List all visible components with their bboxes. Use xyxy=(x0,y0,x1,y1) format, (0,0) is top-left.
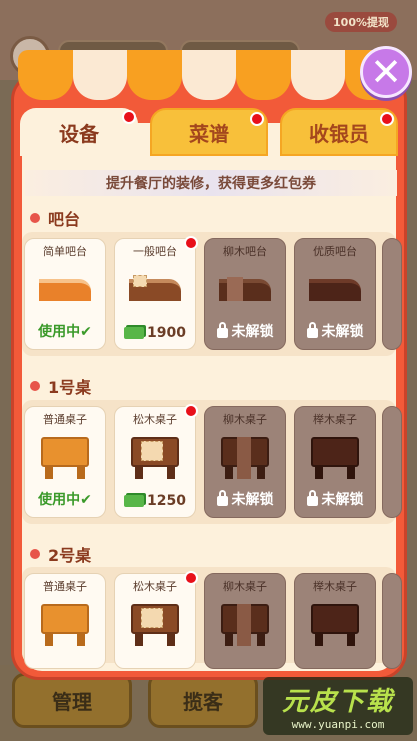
item-card-pine-table[interactable]: 松木桌子 1250 xyxy=(114,404,198,518)
table-image xyxy=(127,437,183,481)
table-image xyxy=(37,437,93,481)
lock-icon xyxy=(216,322,228,338)
item-card-partial[interactable] xyxy=(382,406,402,518)
cash-icon xyxy=(124,327,145,339)
tab-recipes[interactable]: 菜谱 xyxy=(150,108,268,156)
check-icon: ✔ xyxy=(80,492,92,508)
section-bullet xyxy=(30,549,40,559)
item-card-partial[interactable] xyxy=(382,238,402,350)
item-card-common-table[interactable]: 普通桌子 xyxy=(24,573,106,669)
notification-dot xyxy=(250,112,264,126)
bar-counter-image xyxy=(37,269,93,313)
table-image xyxy=(307,604,363,648)
notification-dot xyxy=(122,110,136,124)
lock-icon xyxy=(306,490,318,506)
item-card-pine-table[interactable]: 松木桌子 xyxy=(114,571,198,669)
withdraw-badge: 100%提现 xyxy=(325,12,397,32)
tab-label: 收银员 xyxy=(309,121,369,146)
lock-icon xyxy=(306,322,318,338)
notification-dot xyxy=(184,236,198,250)
table-image xyxy=(217,604,273,648)
item-row-table-1: 普通桌子 使用中✔ 松木桌子 1250 柳木桌子 未解锁 榉木桌子 未解锁 xyxy=(22,400,402,524)
table-image xyxy=(127,604,183,648)
table-image xyxy=(37,604,93,648)
section-bullet xyxy=(30,213,40,223)
promo-banner: 提升餐厅的装修，获得更多红包券 xyxy=(25,170,397,196)
bar-counter-image xyxy=(127,269,183,313)
table-image xyxy=(217,437,273,481)
item-row-bar: 简单吧台 使用中✔ 一般吧台 1900 柳木吧台 未解锁 优质吧台 未解锁 xyxy=(22,232,402,356)
attract-button-bg: 揽客 xyxy=(148,673,258,728)
shop-awning xyxy=(18,50,400,100)
lock-icon xyxy=(216,490,228,506)
item-card-willow-table[interactable]: 柳木桌子 xyxy=(204,573,286,669)
item-card-beech-table[interactable]: 榉木桌子 xyxy=(294,573,376,669)
bar-counter-image xyxy=(307,269,363,313)
item-card-partial[interactable] xyxy=(382,573,402,669)
watermark: 元皮下载 www.yuanpi.com xyxy=(263,677,413,735)
bar-counter-image xyxy=(217,269,273,313)
tab-equipment[interactable]: 设备 xyxy=(20,108,138,156)
section-title-table-2: 2号桌 xyxy=(30,542,91,566)
item-row-table-2: 普通桌子 松木桌子 柳木桌子 榉木桌子 xyxy=(22,567,402,669)
section-title-table-1: 1号桌 xyxy=(30,374,91,398)
section-title-bar: 吧台 xyxy=(30,206,80,230)
tab-label: 菜谱 xyxy=(189,121,229,146)
notification-dot xyxy=(184,571,198,585)
check-icon: ✔ xyxy=(80,324,92,340)
item-card-simple-bar[interactable]: 简单吧台 使用中✔ xyxy=(24,238,106,350)
notification-dot xyxy=(380,112,394,126)
cash-icon xyxy=(124,495,145,507)
item-card-common-table[interactable]: 普通桌子 使用中✔ xyxy=(24,406,106,518)
tab-label: 设备 xyxy=(59,121,99,146)
item-card-normal-bar[interactable]: 一般吧台 1900 xyxy=(114,236,198,350)
manage-button-bg: 管理 xyxy=(12,673,132,728)
item-card-willow-bar[interactable]: 柳木吧台 未解锁 xyxy=(204,238,286,350)
watermark-url: www.yuanpi.com xyxy=(291,718,385,731)
item-card-willow-table[interactable]: 柳木桌子 未解锁 xyxy=(204,406,286,518)
item-card-beech-table[interactable]: 榉木桌子 未解锁 xyxy=(294,406,376,518)
notification-dot xyxy=(184,404,198,418)
table-image xyxy=(307,437,363,481)
close-button[interactable]: ✕ xyxy=(360,46,412,98)
watermark-logo: 元皮下载 xyxy=(281,687,394,717)
item-card-premium-bar[interactable]: 优质吧台 未解锁 xyxy=(294,238,376,350)
tab-cashier[interactable]: 收银员 xyxy=(280,108,398,156)
section-bullet xyxy=(30,381,40,391)
